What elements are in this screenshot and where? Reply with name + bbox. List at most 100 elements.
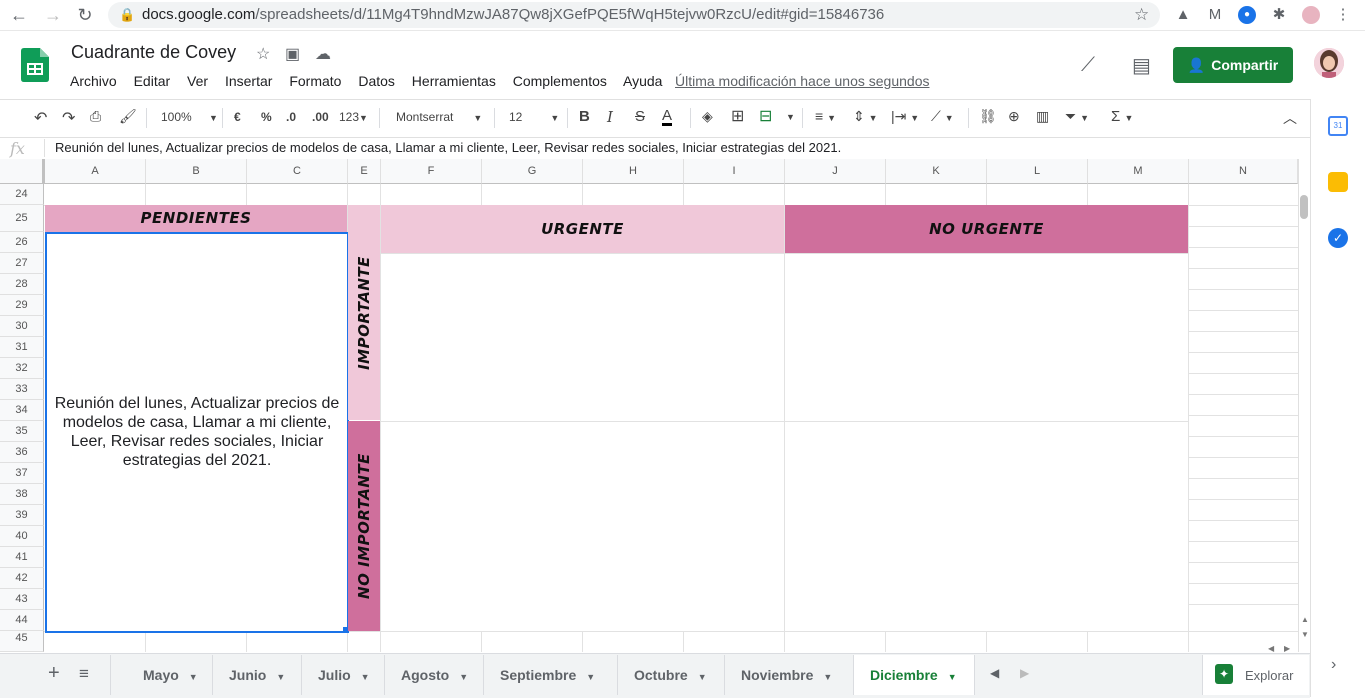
column-header[interactable]: I <box>684 159 785 184</box>
tab-octubre[interactable]: Octubre ▼ <box>618 655 725 695</box>
expand-panel-icon[interactable]: › <box>1331 656 1336 674</box>
tab-agosto[interactable]: Agosto ▼ <box>385 655 484 695</box>
row-header[interactable]: 40 <box>0 526 44 547</box>
tab-diciembre[interactable]: Diciembre ▼ <box>854 655 975 695</box>
scroll-down-icon[interactable]: ▼ <box>1301 630 1309 639</box>
column-header[interactable]: J <box>785 159 886 184</box>
row-header[interactable]: 43 <box>0 589 44 610</box>
borders-icon[interactable]: ⊞ <box>731 106 744 126</box>
column-header[interactable]: B <box>146 159 247 184</box>
increase-decimal-button[interactable]: .00 <box>312 110 329 124</box>
important-side-cell[interactable]: IMPORTANTE <box>348 205 380 420</box>
bookmark-star-icon[interactable]: ☆ <box>1134 5 1149 25</box>
row-header[interactable]: 27 <box>0 253 44 274</box>
font-size-select[interactable]: 12 ▼ <box>509 110 559 124</box>
row-header[interactable]: 42 <box>0 568 44 589</box>
keep-icon[interactable] <box>1328 172 1348 192</box>
row-header[interactable]: 25 <box>0 205 44 232</box>
merge-cells-icon[interactable]: ⊟ <box>759 106 772 126</box>
drive-extension-icon[interactable]: ▲ <box>1174 6 1192 24</box>
forward-icon[interactable]: → <box>42 4 64 26</box>
cloud-status-icon[interactable]: ☁ <box>315 44 331 64</box>
scroll-up-icon[interactable]: ▲ <box>1301 615 1309 624</box>
column-header[interactable]: F <box>381 159 482 184</box>
tab-julio[interactable]: Julio ▼ <box>302 655 385 695</box>
print-icon[interactable]: ⎙ <box>90 108 101 125</box>
column-header[interactable]: A <box>45 159 146 184</box>
calendar-icon[interactable]: 31 <box>1328 116 1348 136</box>
collapse-menu-icon[interactable]: ︿ <box>1283 108 1297 128</box>
urgent-header[interactable]: URGENTE <box>381 205 784 253</box>
explore-button[interactable]: ✦ Explorar <box>1202 655 1309 695</box>
share-button[interactable]: 👤 Compartir <box>1173 47 1293 83</box>
puzzle-extensions-icon[interactable]: ✱ <box>1270 6 1288 24</box>
row-header[interactable]: 33 <box>0 379 44 400</box>
activity-trend-icon[interactable]: ⟋ <box>1081 54 1095 77</box>
vertical-align-icon[interactable]: ⇕ ▼ <box>853 108 878 125</box>
insert-comment-icon[interactable]: ⊕ <box>1008 108 1020 125</box>
redo-icon[interactable]: ↷ <box>62 108 75 128</box>
strikethrough-button[interactable]: S <box>635 108 645 125</box>
decrease-decimal-button[interactable]: .0 <box>286 110 296 124</box>
tasks-icon[interactable]: ✓ <box>1328 228 1348 248</box>
filter-icon[interactable]: ⏷ ▼ <box>1065 108 1089 125</box>
tabs-scroll-right-icon[interactable]: ▶ <box>1020 666 1029 680</box>
tab-noviembre[interactable]: Noviembre ▼ <box>725 655 854 695</box>
paint-format-icon[interactable]: 🖌 <box>119 108 137 125</box>
text-color-button[interactable]: A <box>662 108 673 126</box>
menu-ver[interactable]: Ver <box>187 73 208 89</box>
menu-herramientas[interactable]: Herramientas <box>412 73 496 89</box>
column-header[interactable]: N <box>1189 159 1298 184</box>
row-header[interactable]: 34 <box>0 400 44 421</box>
tab-mayo[interactable]: Mayo ▼ <box>127 655 213 695</box>
row-header[interactable]: 35 <box>0 421 44 442</box>
column-header[interactable]: C <box>247 159 348 184</box>
row-header[interactable]: 32 <box>0 358 44 379</box>
row-header[interactable]: 39 <box>0 505 44 526</box>
row-header[interactable]: 44 <box>0 610 44 631</box>
menu-complementos[interactable]: Complementos <box>513 73 607 89</box>
chevron-down-icon[interactable]: ▼ <box>786 112 795 122</box>
tabs-scroll-left-icon[interactable]: ◀ <box>990 666 999 680</box>
menu-datos[interactable]: Datos <box>358 73 395 89</box>
spreadsheet-grid[interactable]: A B C E F G H I J K L M N 24 25 26 27 28… <box>0 159 1298 652</box>
bold-button[interactable]: B <box>579 108 590 125</box>
row-header[interactable]: 37 <box>0 463 44 484</box>
zoom-select[interactable]: 100% ▼ <box>161 110 218 124</box>
select-all-corner[interactable] <box>0 159 45 184</box>
currency-format-button[interactable]: € <box>234 110 241 124</box>
scroll-right-icon[interactable]: ▶ <box>1284 644 1290 653</box>
column-header[interactable]: H <box>583 159 684 184</box>
gmail-extension-icon[interactable]: M <box>1206 6 1224 24</box>
functions-icon[interactable]: Σ ▼ <box>1111 108 1133 125</box>
pending-header[interactable]: PENDIENTES <box>45 205 347 232</box>
add-sheet-icon[interactable]: + <box>48 662 60 685</box>
column-header[interactable]: L <box>987 159 1088 184</box>
document-title[interactable]: Cuadrante de Covey <box>71 42 236 63</box>
comments-icon[interactable]: ▤ <box>1132 53 1151 78</box>
insert-link-icon[interactable]: ⛓ <box>979 108 997 125</box>
row-header[interactable]: 26 <box>0 232 44 253</box>
reload-icon[interactable]: ↻ <box>74 4 96 26</box>
menu-editar[interactable]: Editar <box>134 73 171 89</box>
tab-junio[interactable]: Junio ▼ <box>213 655 302 695</box>
user-avatar[interactable] <box>1314 48 1344 78</box>
menu-ayuda[interactable]: Ayuda <box>623 73 662 89</box>
all-sheets-icon[interactable]: ≡ <box>79 664 89 684</box>
insert-chart-icon[interactable]: ▥ <box>1036 108 1049 125</box>
row-header[interactable]: 30 <box>0 316 44 337</box>
row-header[interactable]: 29 <box>0 295 44 316</box>
row-header[interactable]: 31 <box>0 337 44 358</box>
horizontal-align-icon[interactable]: ≡ ▼ <box>815 108 836 124</box>
last-modified-link[interactable]: Última modificación hace unos segundos <box>675 73 929 89</box>
scroll-left-icon[interactable]: ◀ <box>1268 644 1274 653</box>
menu-archivo[interactable]: Archivo <box>70 73 117 89</box>
formula-input[interactable]: Reunión del lunes, Actualizar precios de… <box>55 140 841 155</box>
font-select[interactable]: Montserrat ▼ <box>396 110 482 124</box>
italic-button[interactable]: I <box>607 108 613 126</box>
text-wrapping-icon[interactable]: |⇥ ▼ <box>891 108 919 125</box>
column-header[interactable]: K <box>886 159 987 184</box>
row-header[interactable]: 38 <box>0 484 44 505</box>
row-header[interactable]: 45 <box>0 631 44 652</box>
back-icon[interactable]: ← <box>8 4 30 26</box>
